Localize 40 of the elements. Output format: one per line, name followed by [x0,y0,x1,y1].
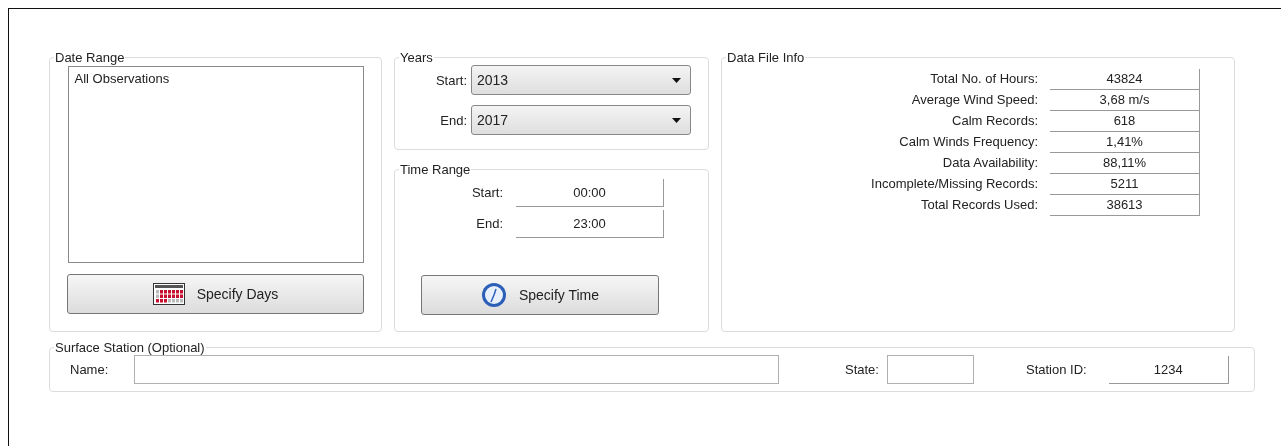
button[interactable]: Specify Days [67,274,364,314]
field-label: Start: [470,185,504,200]
group-title: Time Range [399,162,472,177]
time-field[interactable]: 00:00 [516,178,664,207]
year-dropdown[interactable]: 2013 [471,65,691,95]
info-value: 3,68 m/s [1050,90,1200,111]
station-id-field[interactable]: 1234 [1108,355,1229,384]
field-label: Name: [69,362,110,377]
info-label: Calm Winds Frequency: [898,133,1039,151]
list-item[interactable]: All Observations [74,71,357,87]
clock-icon [480,282,507,308]
info-value: 88,11% [1050,153,1200,174]
group-title: Surface Station (Optional) [54,340,206,355]
group-title: Years [399,50,434,65]
time-field[interactable]: 23:00 [516,209,664,238]
group-title: Date Range [54,50,126,65]
field-label: Station ID: [1024,362,1087,377]
field-label: State: [844,362,879,377]
info-label: Calm Records: [951,112,1039,130]
button[interactable]: Specify Time [421,275,659,315]
info-label: Average Wind Speed: [910,91,1039,109]
year-dropdown[interactable]: 2017 [471,105,691,135]
info-value: 5211 [1050,174,1200,195]
state-field[interactable] [886,355,974,384]
caret-icon [672,117,681,123]
field-label: End: [439,112,467,128]
info-value: 618 [1050,111,1200,132]
group-title: Data File Info [726,50,806,65]
name-field[interactable] [134,355,779,384]
calendar-icon [152,283,185,305]
info-value: 1,41% [1050,132,1200,153]
info-value: 38613 [1050,195,1200,216]
caret-icon [672,77,681,83]
field-label: Start: [434,72,467,88]
info-value: 43824 [1050,69,1200,90]
info-label: Total Records Used: [919,196,1039,214]
info-label: Incomplete/Missing Records: [870,175,1039,193]
info-label: Data Availability: [941,154,1039,172]
field-label: End: [475,216,504,231]
info-label: Total No. of Hours: [929,70,1039,88]
